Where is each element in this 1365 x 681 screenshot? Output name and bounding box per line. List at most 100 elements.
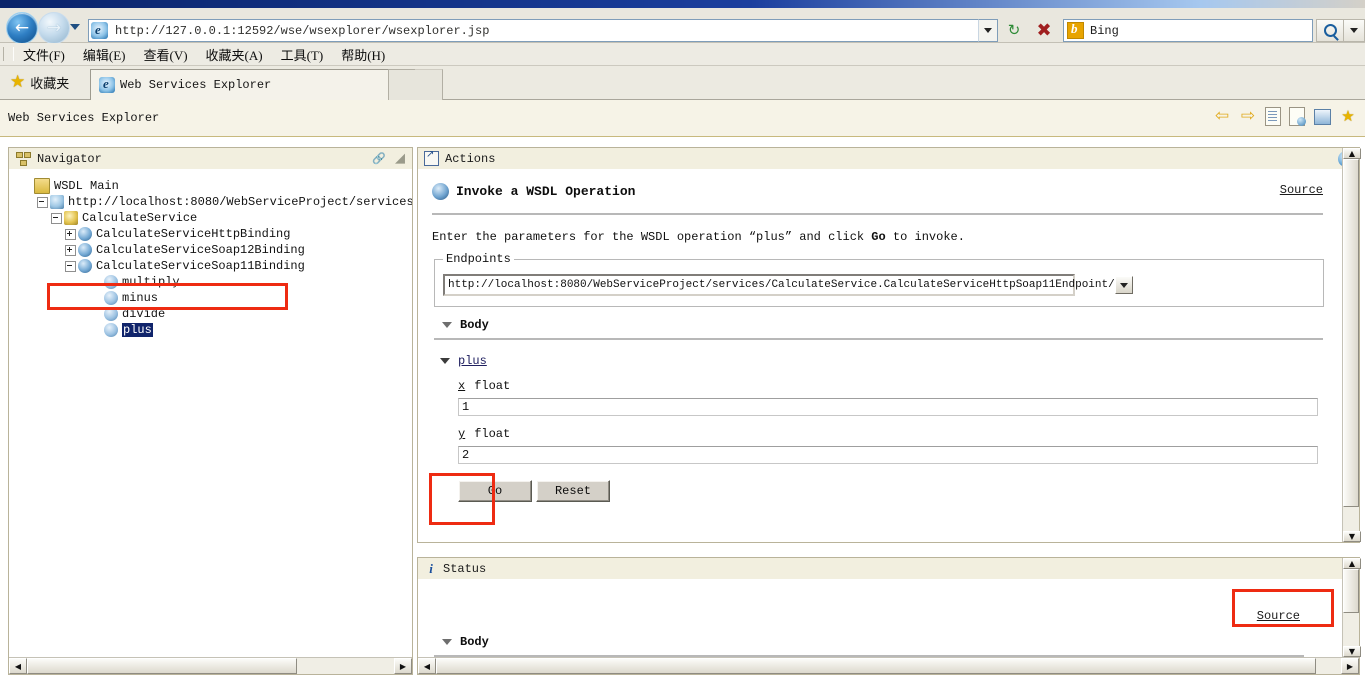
desc-middle: and click bbox=[792, 230, 871, 244]
wsdl-page-icon[interactable] bbox=[1313, 108, 1331, 126]
scroll-up-button[interactable]: ▲ bbox=[1343, 558, 1361, 569]
favorite-star-icon[interactable]: ★ bbox=[1339, 108, 1357, 126]
forward-arrow-icon[interactable]: ⇨ bbox=[1239, 108, 1257, 126]
menu-item-favorites[interactable]: 收藏夹(A) bbox=[197, 44, 272, 65]
navigator-horizontal-scrollbar[interactable]: ◀ ▶ bbox=[9, 657, 412, 674]
search-icon bbox=[1324, 24, 1337, 37]
desc-go: Go bbox=[871, 230, 885, 244]
tree-node-operation-plus[interactable]: plus bbox=[93, 322, 412, 338]
tree-expander-expand-icon[interactable] bbox=[65, 229, 76, 240]
status-source-link[interactable]: Source bbox=[1257, 609, 1300, 623]
menu-item-file[interactable]: 文件(F) bbox=[14, 44, 74, 65]
navigator-tree-container[interactable]: WSDL Main http://localhost:8080/WebServi… bbox=[9, 169, 412, 657]
menu-grip-handle[interactable] bbox=[3, 47, 14, 61]
operation-icon bbox=[104, 307, 118, 321]
navigator-title: Navigator bbox=[37, 152, 102, 166]
navigator-hscroll-track[interactable] bbox=[27, 658, 394, 674]
status-hscroll-thumb[interactable] bbox=[436, 658, 1316, 674]
wsdl-operation-icon bbox=[432, 183, 449, 200]
address-bar-dropdown-button[interactable] bbox=[978, 19, 998, 42]
search-input[interactable]: Bing bbox=[1063, 19, 1313, 42]
tree-node-http-binding[interactable]: CalculateServiceHttpBinding bbox=[65, 226, 412, 242]
stop-button[interactable]: ✖ bbox=[1032, 19, 1056, 41]
status-horizontal-scrollbar[interactable]: ◀ ▶ bbox=[418, 657, 1359, 674]
scroll-up-button[interactable]: ▲ bbox=[1343, 148, 1361, 159]
menu-item-help[interactable]: 帮助(H) bbox=[332, 44, 394, 65]
menu-item-view[interactable]: 查看(V) bbox=[135, 44, 197, 65]
operation-section-header[interactable]: plus bbox=[440, 354, 1326, 368]
wse-page-title: Web Services Explorer bbox=[8, 111, 159, 125]
open-source-icon[interactable] bbox=[1289, 107, 1305, 126]
history-dropdown-icon[interactable] bbox=[70, 24, 80, 30]
address-bar[interactable]: http://127.0.0.1:12592/wse/wsexplorer/ws… bbox=[88, 19, 997, 42]
scroll-right-button[interactable]: ▶ bbox=[1341, 658, 1359, 674]
status-vertical-scrollbar[interactable]: ▲ ▼ bbox=[1342, 558, 1359, 657]
go-button[interactable]: Go bbox=[458, 480, 532, 502]
scroll-right-button[interactable]: ▶ bbox=[394, 658, 412, 674]
forward-button[interactable]: → bbox=[38, 12, 70, 44]
search-go-button[interactable] bbox=[1316, 19, 1344, 42]
properties-icon[interactable] bbox=[1265, 107, 1281, 126]
actions-vscroll-track[interactable] bbox=[1343, 159, 1359, 531]
binding-icon bbox=[78, 243, 92, 257]
menu-item-edit[interactable]: 编辑(E) bbox=[74, 44, 135, 65]
scroll-left-button[interactable]: ◀ bbox=[9, 658, 27, 674]
body-section-header[interactable]: Body bbox=[442, 318, 1326, 332]
tree-node-wsdl-main[interactable]: WSDL Main bbox=[23, 178, 412, 194]
new-tab-button[interactable] bbox=[388, 69, 416, 100]
maximize-panel-icon[interactable]: ◢ bbox=[393, 151, 407, 165]
endpoints-fieldset: Endpoints http://localhost:8080/WebServi… bbox=[434, 252, 1324, 307]
actions-source-link[interactable]: Source bbox=[1280, 183, 1323, 197]
chevron-down-icon bbox=[1350, 28, 1358, 33]
binding-icon bbox=[78, 227, 92, 241]
tree-node-label: CalculateServiceSoap12Binding bbox=[96, 243, 305, 257]
tree-node-operation-multiply[interactable]: multiply bbox=[93, 274, 412, 290]
tree-node-calculate-service[interactable]: CalculateService bbox=[51, 210, 412, 226]
caret-glyph bbox=[1120, 283, 1128, 288]
favorites-button[interactable]: ★ 收藏夹 bbox=[4, 69, 92, 96]
tree-expander-collapse-icon[interactable] bbox=[51, 213, 62, 224]
status-vscroll-track[interactable] bbox=[1343, 569, 1359, 646]
tree-node-soap12-binding[interactable]: CalculateServiceSoap12Binding bbox=[65, 242, 412, 258]
tree-node-label: divide bbox=[122, 307, 165, 321]
address-bar-value: http://127.0.0.1:12592/wse/wsexplorer/ws… bbox=[115, 24, 489, 38]
chevron-down-icon[interactable] bbox=[442, 639, 452, 645]
desc-operation: “plus” bbox=[749, 230, 792, 244]
scroll-down-button[interactable]: ▼ bbox=[1343, 531, 1361, 542]
tree-node-label: minus bbox=[122, 291, 158, 305]
tree-expander-collapse-icon[interactable] bbox=[65, 261, 76, 272]
actions-vscroll-thumb[interactable] bbox=[1343, 159, 1359, 507]
tree-expander-collapse-icon[interactable] bbox=[37, 197, 48, 208]
operation-name-link[interactable]: plus bbox=[458, 354, 487, 368]
navigator-panel-header: Navigator 🔗 ◢ bbox=[9, 148, 412, 170]
tree-expander-expand-icon[interactable] bbox=[65, 245, 76, 256]
back-button[interactable]: ← bbox=[6, 12, 38, 44]
scroll-down-button[interactable]: ▼ bbox=[1343, 646, 1361, 657]
back-arrow-icon[interactable]: ⇦ bbox=[1213, 108, 1231, 126]
chevron-down-icon[interactable] bbox=[442, 322, 452, 328]
link-chain-icon[interactable]: 🔗 bbox=[372, 151, 386, 165]
chevron-down-icon[interactable] bbox=[1115, 276, 1133, 294]
status-hscroll-track[interactable] bbox=[436, 658, 1341, 674]
param-x-input[interactable]: 1 bbox=[458, 398, 1318, 416]
tab-web-services-explorer[interactable]: Web Services Explorer bbox=[90, 69, 396, 100]
menu-bar: 文件(F) 编辑(E) 查看(V) 收藏夹(A) 工具(T) 帮助(H) bbox=[0, 43, 1365, 66]
tree-node-operation-minus[interactable]: minus bbox=[93, 290, 412, 306]
chevron-down-icon[interactable] bbox=[440, 358, 450, 364]
tree-node-soap11-binding[interactable]: CalculateServiceSoap11Binding bbox=[65, 258, 412, 274]
status-body-header[interactable]: Body bbox=[442, 635, 1328, 649]
endpoint-select[interactable]: http://localhost:8080/WebServiceProject/… bbox=[443, 274, 1075, 296]
wsdl-tree: WSDL Main http://localhost:8080/WebServi… bbox=[9, 169, 412, 338]
scroll-left-button[interactable]: ◀ bbox=[418, 658, 436, 674]
refresh-button[interactable]: ↻ bbox=[1002, 19, 1026, 41]
reset-button[interactable]: Reset bbox=[536, 480, 610, 502]
search-provider-dropdown[interactable] bbox=[1343, 19, 1365, 42]
actions-vertical-scrollbar[interactable]: ▲ ▼ bbox=[1342, 148, 1359, 542]
param-y-input[interactable]: 2 bbox=[458, 446, 1318, 464]
tree-node-wsdl-url[interactable]: http://localhost:8080/WebServiceProject/… bbox=[37, 194, 412, 210]
tree-node-operation-divide[interactable]: divide bbox=[93, 306, 412, 322]
navigator-hscroll-thumb[interactable] bbox=[27, 658, 297, 674]
search-provider-label: Bing bbox=[1090, 24, 1119, 38]
menu-item-tools[interactable]: 工具(T) bbox=[272, 44, 333, 65]
status-vscroll-thumb[interactable] bbox=[1343, 569, 1359, 613]
